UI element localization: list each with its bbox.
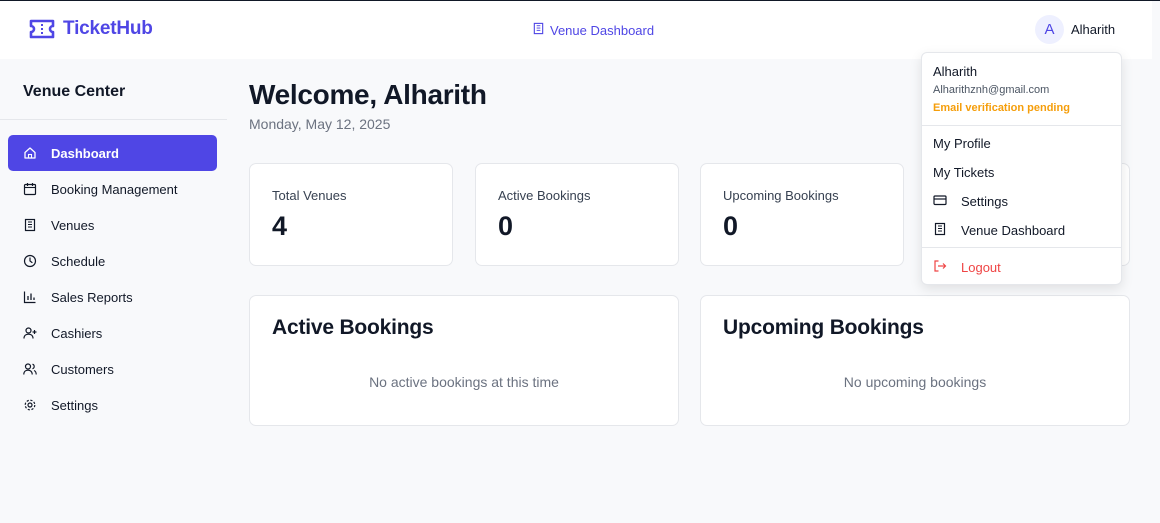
sidebar-item-sales-reports[interactable]: Sales Reports xyxy=(8,279,217,315)
active-bookings-panel: Active Bookings No active bookings at th… xyxy=(249,295,679,426)
empty-state-text: No active bookings at this time xyxy=(369,374,559,390)
dropdown-user-email: Alharithznh@gmail.com xyxy=(933,84,1050,96)
venue-dashboard-link[interactable]: Venue Dashboard xyxy=(532,22,654,38)
credit-card-icon xyxy=(933,193,947,210)
stat-value: 0 xyxy=(498,211,514,241)
sidebar-item-cashiers[interactable]: Cashiers xyxy=(8,315,217,351)
calendar-icon xyxy=(23,182,37,196)
stat-label: Total Venues xyxy=(272,188,347,203)
logout-icon xyxy=(933,259,947,276)
stat-card-total-venues: Total Venues 4 xyxy=(249,163,453,266)
stat-label: Upcoming Bookings xyxy=(723,188,839,203)
stat-value: 4 xyxy=(272,211,288,241)
panel-title: Upcoming Bookings xyxy=(723,316,924,339)
home-icon xyxy=(23,146,37,160)
sidebar-nav: Dashboard Booking Management Venues Sche… xyxy=(8,135,217,423)
app-header: TicketHub Venue Dashboard A Alharith xyxy=(0,1,1152,59)
logout-label: Logout xyxy=(961,260,1001,275)
avatar[interactable]: A xyxy=(1035,15,1064,44)
sidebar-divider xyxy=(0,119,227,120)
clock-icon xyxy=(23,254,37,268)
stat-card-upcoming-bookings: Upcoming Bookings 0 xyxy=(700,163,904,266)
sidebar-item-settings[interactable]: Settings xyxy=(8,387,217,423)
menu-item-settings[interactable]: Settings xyxy=(933,193,1008,210)
brand-name: TicketHub xyxy=(63,18,153,39)
sidebar-item-label: Cashiers xyxy=(51,325,103,341)
logout-button[interactable]: Logout xyxy=(933,259,1001,276)
sidebar-item-dashboard[interactable]: Dashboard xyxy=(8,135,217,171)
stat-value: 0 xyxy=(723,211,739,241)
sidebar-item-label: Schedule xyxy=(51,253,106,269)
sidebar-item-booking-management[interactable]: Booking Management xyxy=(8,171,217,207)
sidebar-item-label: Settings xyxy=(51,397,98,413)
current-date: Monday, May 12, 2025 xyxy=(249,116,391,132)
sidebar-item-label: Dashboard xyxy=(51,145,119,161)
user-menu-name[interactable]: Alharith xyxy=(1071,22,1115,37)
bar-chart-icon xyxy=(23,290,37,304)
user-dropdown-menu: Alharith Alharithznh@gmail.com Email ver… xyxy=(921,52,1122,285)
sidebar-item-customers[interactable]: Customers xyxy=(8,351,217,387)
sidebar-title: Venue Center xyxy=(23,83,126,100)
panel-title: Active Bookings xyxy=(272,316,434,339)
stat-card-active-bookings: Active Bookings 0 xyxy=(475,163,679,266)
menu-item-my-profile[interactable]: My Profile xyxy=(933,136,991,151)
menu-item-label: My Tickets xyxy=(933,165,995,180)
sidebar-item-label: Venues xyxy=(51,217,95,233)
dropdown-user-name: Alharith xyxy=(933,64,978,79)
page-title: Welcome, Alharith xyxy=(249,79,487,110)
ticket-icon xyxy=(28,17,56,41)
sidebar-item-label: Customers xyxy=(51,361,114,377)
building-icon xyxy=(23,218,37,232)
menu-item-label: Settings xyxy=(961,194,1008,209)
sidebar-item-label: Sales Reports xyxy=(51,289,133,305)
brand-logo[interactable]: TicketHub xyxy=(28,17,153,41)
venue-dashboard-link-label: Venue Dashboard xyxy=(550,22,655,38)
empty-state-text: No upcoming bookings xyxy=(843,374,987,390)
user-plus-icon xyxy=(23,326,37,340)
users-icon xyxy=(23,362,37,376)
dropdown-divider xyxy=(922,247,1121,248)
menu-item-my-tickets[interactable]: My Tickets xyxy=(933,165,994,180)
sidebar: Venue Center Dashboard Booking Managemen… xyxy=(0,59,227,523)
sidebar-item-venues[interactable]: Venues xyxy=(8,207,217,243)
building-icon xyxy=(933,222,947,239)
sidebar-item-schedule[interactable]: Schedule xyxy=(8,243,217,279)
building-icon xyxy=(532,22,545,38)
gear-icon xyxy=(23,398,37,412)
sidebar-item-label: Booking Management xyxy=(51,181,178,197)
menu-item-label: Venue Dashboard xyxy=(961,223,1066,238)
dropdown-divider xyxy=(922,125,1121,126)
menu-item-label: My Profile xyxy=(933,136,991,151)
stat-label: Active Bookings xyxy=(498,188,591,203)
verification-status: Email verification pending xyxy=(933,102,1070,114)
menu-item-venue-dashboard[interactable]: Venue Dashboard xyxy=(933,222,1065,239)
upcoming-bookings-panel: Upcoming Bookings No upcoming bookings xyxy=(700,295,1130,426)
